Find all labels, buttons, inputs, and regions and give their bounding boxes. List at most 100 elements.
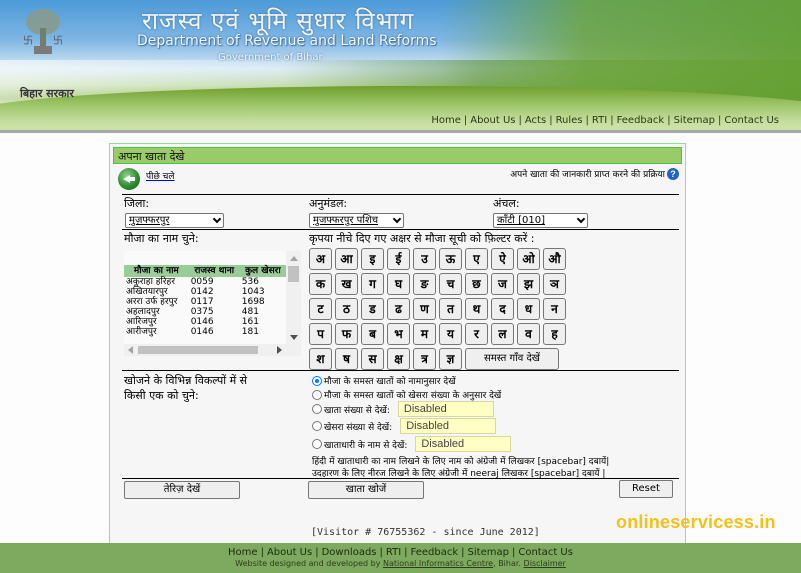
letter-button[interactable]: भ (387, 323, 410, 345)
search-khata-button[interactable]: खाता खोजें (308, 481, 424, 499)
district-select[interactable]: मुज़फ्फरपुर (125, 213, 224, 228)
view-register-button[interactable]: तेरिज़ देखें (124, 481, 240, 499)
nav-about-us[interactable]: About Us (470, 115, 515, 126)
footer-nav-sitemap[interactable]: Sitemap (468, 547, 509, 558)
radio-button[interactable] (312, 375, 322, 386)
nav-home[interactable]: Home (431, 115, 461, 126)
letter-button[interactable]: र (465, 323, 488, 345)
footer-nav-feedback[interactable]: Feedback (411, 547, 459, 558)
option-by-khesra-number[interactable]: खेसरा संख्या से देखें: Disabled (312, 418, 497, 434)
nav-rules[interactable]: Rules (556, 115, 583, 126)
help-link[interactable]: अपने खाता की जानकारी प्राप्त करने की प्र… (510, 167, 679, 180)
subdivision-select[interactable]: मुजफ्फरपुर पशिच (309, 213, 404, 228)
letter-button[interactable]: ए (465, 248, 488, 270)
radio-button[interactable] (312, 439, 322, 449)
letter-button[interactable]: ध (517, 298, 540, 320)
mauza-row[interactable]: आरिजपुर 0146 161 (124, 317, 286, 327)
letter-button[interactable]: ञ (543, 273, 566, 295)
option-by-owner-name[interactable]: खाताधारी के नाम से देखें: Disabled (312, 436, 512, 452)
letter-button[interactable]: आ (335, 248, 358, 270)
letter-button[interactable]: इ (361, 248, 384, 270)
letter-button[interactable]: ढ (387, 298, 410, 320)
letter-button[interactable]: च (439, 273, 462, 295)
nav-feedback[interactable]: Feedback (617, 115, 665, 126)
letter-button[interactable]: स (361, 348, 384, 370)
mauza-row[interactable]: अखितयारपुर 0142 1043 (124, 287, 286, 297)
letter-button[interactable]: ज (491, 273, 514, 295)
vertical-scrollbar[interactable] (286, 251, 301, 344)
khata-number-input[interactable]: Disabled (397, 401, 494, 417)
letter-button[interactable]: त (439, 298, 462, 320)
letter-button[interactable]: ल (491, 323, 514, 345)
letter-button[interactable]: ऊ (439, 248, 462, 270)
letter-button[interactable]: अ (309, 248, 332, 270)
option-all-by-name[interactable]: मौजा के समस्त खातों को नामानुसार देखें (312, 374, 456, 387)
letter-button[interactable]: ऐ (491, 248, 514, 270)
letter-button[interactable]: श (309, 348, 332, 370)
owner-name-input[interactable]: Disabled (415, 436, 512, 452)
letter-button[interactable]: ण (413, 298, 436, 320)
letter-button[interactable]: ङ (413, 273, 436, 295)
letter-button[interactable]: ड (361, 298, 384, 320)
mauza-row[interactable]: अररा उर्फ हरपुर 0117 1698 (124, 297, 286, 307)
letter-button[interactable]: ठ (335, 298, 358, 320)
letter-button[interactable]: म (413, 323, 436, 345)
mauza-row[interactable]: अकुराहा हरिहर 0059 536 (124, 277, 286, 287)
nav-rti[interactable]: RTI (592, 115, 607, 126)
letter-button[interactable]: ई (387, 248, 410, 270)
disclaimer-link[interactable]: Disclaimer (524, 559, 566, 568)
letter-button[interactable]: थ (465, 298, 488, 320)
letter-button[interactable]: क्ष (387, 348, 410, 370)
radio-button[interactable] (312, 404, 322, 414)
letter-button[interactable]: ग (361, 273, 384, 295)
letter-button[interactable]: ट (309, 298, 332, 320)
letter-button[interactable]: झ (517, 273, 540, 295)
nav-acts[interactable]: Acts (525, 115, 546, 126)
horizontal-scrollbar[interactable] (124, 344, 286, 356)
letter-button[interactable]: न (543, 298, 566, 320)
letter-button[interactable]: ब (361, 323, 384, 345)
scroll-left-icon[interactable] (128, 346, 133, 354)
option-all-by-khesra[interactable]: मौजा के समस्त खातों को खेसरा संख्या के अ… (312, 388, 501, 401)
show-all-villages-button[interactable]: समस्त गाँव देखें (465, 348, 559, 370)
radio-button[interactable] (312, 421, 322, 431)
letter-button[interactable]: घ (387, 273, 410, 295)
nav-contact-us[interactable]: Contact Us (724, 115, 779, 126)
scroll-right-icon[interactable] (277, 346, 282, 354)
scroll-thumb[interactable] (138, 346, 258, 354)
letter-button[interactable]: द (491, 298, 514, 320)
letter-button[interactable]: ह (543, 323, 566, 345)
letter-button[interactable]: त्र (413, 348, 436, 370)
footer-nav-about-us[interactable]: About Us (267, 547, 312, 558)
letter-button[interactable]: क (309, 273, 332, 295)
letter-button[interactable]: ख (335, 273, 358, 295)
letter-button[interactable]: ज्ञ (439, 348, 462, 370)
letter-button[interactable]: व (517, 323, 540, 345)
reset-button[interactable]: Reset (619, 480, 673, 498)
letter-button[interactable]: औ (543, 248, 566, 270)
scroll-up-icon[interactable] (290, 256, 298, 261)
letter-button[interactable]: ओ (517, 248, 540, 270)
circle-select[interactable]: कॉंटी [010] (493, 213, 588, 228)
scroll-down-icon[interactable] (290, 335, 298, 340)
mauza-list[interactable]: मौजा का नाम राजस्व थाना कुल खेसरा अकुराह… (124, 251, 301, 356)
footer-nav-home[interactable]: Home (228, 547, 258, 558)
letter-button[interactable]: ष (335, 348, 358, 370)
nav-sitemap[interactable]: Sitemap (674, 115, 715, 126)
footer-nav-rti[interactable]: RTI (386, 547, 401, 558)
letter-button[interactable]: प (309, 323, 332, 345)
khesra-number-input[interactable]: Disabled (400, 418, 497, 434)
letter-button[interactable]: फ (335, 323, 358, 345)
radio-button[interactable] (312, 389, 322, 400)
letter-button[interactable]: उ (413, 248, 436, 270)
option-by-khata-number[interactable]: खाता संख्या से देखें: Disabled (312, 401, 494, 417)
nic-link[interactable]: National Informatics Centre (383, 559, 493, 568)
footer-nav-contact-us[interactable]: Contact Us (518, 547, 573, 558)
footer-nav-downloads[interactable]: Downloads (322, 547, 377, 558)
letter-button[interactable]: य (439, 323, 462, 345)
letter-button[interactable]: छ (465, 273, 488, 295)
scroll-thumb[interactable] (288, 266, 299, 282)
mauza-row[interactable]: अहलादपुर 0375 481 (124, 307, 286, 317)
back-link[interactable]: पीछे चले (118, 168, 174, 190)
mauza-row[interactable]: आरीजपुर 0146 181 (124, 327, 286, 337)
